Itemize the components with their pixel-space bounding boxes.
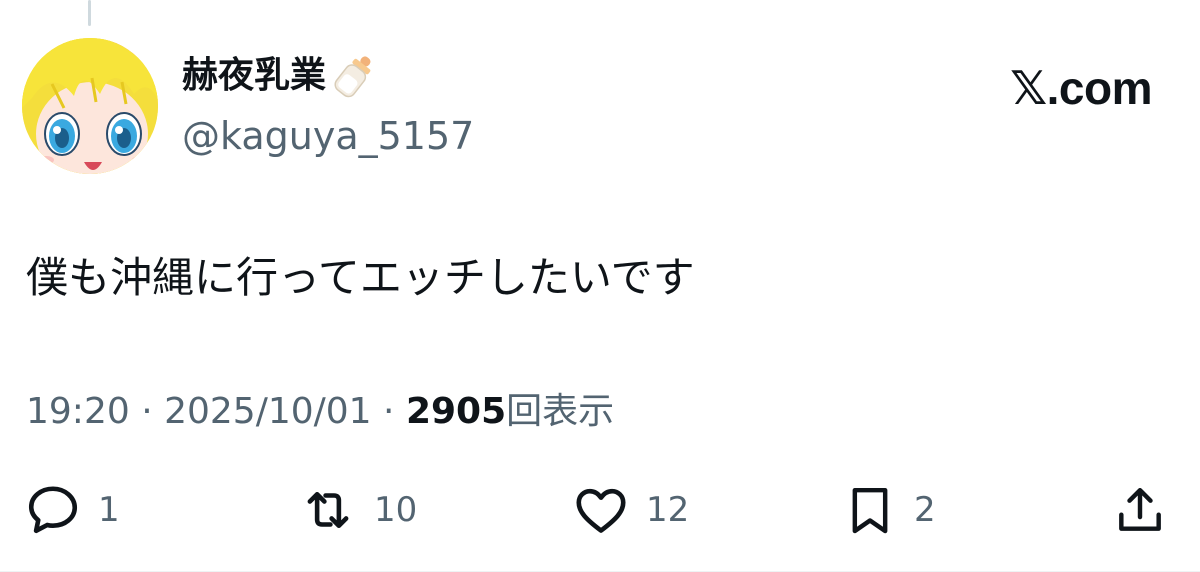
share-button[interactable] bbox=[1112, 478, 1168, 542]
bookmark-button[interactable]: 2 bbox=[842, 478, 936, 542]
user-handle[interactable]: @kaguya_5157 bbox=[182, 112, 474, 160]
like-count: 12 bbox=[646, 490, 690, 530]
views-count: 2905 bbox=[405, 391, 507, 432]
meta-separator: · bbox=[371, 391, 406, 432]
action-bar: 1 10 12 2 bbox=[0, 478, 1200, 542]
reply-button[interactable]: 1 bbox=[24, 478, 120, 542]
bookmark-icon bbox=[852, 487, 888, 534]
display-name[interactable]: 赫夜乳業 bbox=[182, 52, 376, 100]
avatar-anime-girl-image bbox=[22, 38, 158, 174]
post-time[interactable]: 19:20 bbox=[26, 391, 130, 432]
x-com-logo: 𝕏.com bbox=[1010, 62, 1152, 114]
baby-bottle-icon bbox=[334, 56, 371, 98]
reply-icon bbox=[28, 486, 78, 534]
reply-count: 1 bbox=[98, 490, 120, 530]
repost-button[interactable]: 10 bbox=[298, 478, 417, 542]
repost-count: 10 bbox=[374, 490, 418, 530]
views-label: 回表示 bbox=[506, 391, 615, 432]
share-icon bbox=[1119, 487, 1161, 531]
thread-connector-line bbox=[88, 0, 91, 26]
bookmark-count: 2 bbox=[914, 490, 936, 530]
heart-icon bbox=[576, 488, 626, 533]
avatar[interactable] bbox=[22, 38, 158, 174]
post-date[interactable]: 2025/10/01 bbox=[164, 391, 372, 432]
post-meta: 19:20 · 2025/10/01 · 2905回表示 bbox=[26, 386, 614, 438]
display-name-text: 赫夜乳業 bbox=[182, 55, 327, 96]
repost-icon bbox=[307, 491, 349, 529]
like-button[interactable]: 12 bbox=[572, 478, 689, 542]
meta-separator: · bbox=[129, 391, 165, 432]
post-text: 僕も沖縄に行ってエッチしたいです bbox=[26, 253, 695, 302]
